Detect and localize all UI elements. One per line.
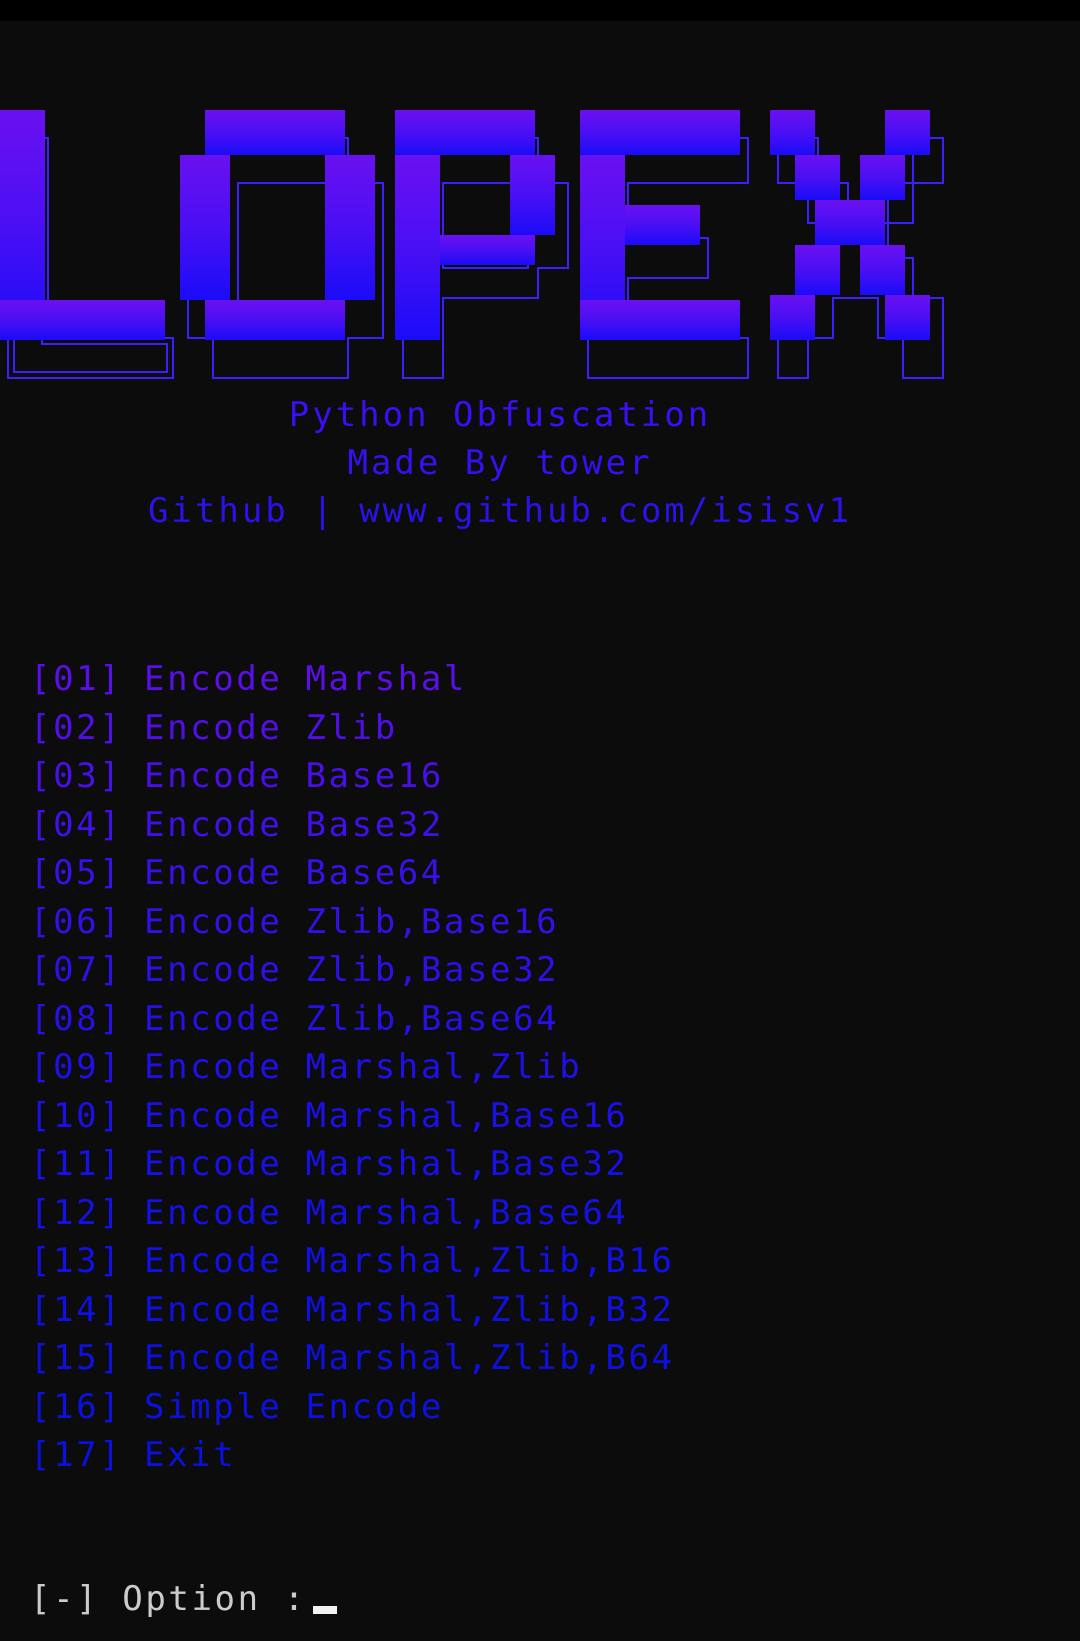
subtitle-tool-name: Python Obfuscation [288, 395, 712, 435]
menu-item-label: Encode Zlib,Base16 [144, 901, 560, 942]
menu-item-05[interactable]: [05] Encode Base64 [30, 849, 675, 898]
menu-item-label: Encode Base32 [144, 804, 444, 845]
window-titlebar [0, 0, 1080, 21]
menu-item-number: [08] [30, 998, 123, 1039]
menu-item-08[interactable]: [08] Encode Zlib,Base64 [30, 995, 675, 1044]
menu-item-17[interactable]: [17] Exit [30, 1431, 675, 1480]
menu-item-number: [12] [30, 1192, 123, 1233]
menu-item-label: Encode Zlib,Base64 [144, 998, 560, 1039]
menu-item-label: Encode Marshal [144, 659, 467, 699]
menu-item-label: Exit [144, 1435, 237, 1475]
menu-item-number: [13] [30, 1241, 123, 1281]
menu-item-label: Encode Marshal,Zlib,B16 [144, 1241, 675, 1281]
menu-item-label: Encode Marshal,Zlib,B64 [144, 1338, 675, 1378]
menu-item-number: [06] [30, 901, 123, 942]
option-menu: [01] Encode Marshal [02] Encode Zlib [03] Enc… [30, 655, 675, 1480]
menu-item-label: Simple Encode [144, 1386, 444, 1427]
menu-item-label: Encode Base64 [144, 853, 444, 893]
subtitle-github-link: Github | www.github.com/isisv1 [147, 491, 853, 531]
menu-item-label: Encode Zlib,Base32 [144, 950, 560, 990]
menu-item-09[interactable]: [09] Encode Marshal,Zlib [30, 1043, 675, 1092]
menu-item-06[interactable]: [06] Encode Zlib,Base16 [30, 898, 675, 947]
menu-item-number: [15] [30, 1338, 123, 1378]
menu-item-number: [03] [30, 756, 123, 796]
subtitle-author: Made By tower [347, 443, 653, 483]
menu-item-07[interactable]: [07] Encode Zlib,Base32 [30, 946, 675, 995]
menu-item-label: Encode Marshal,Zlib,B32 [144, 1289, 675, 1330]
menu-item-10[interactable]: [10] Encode Marshal,Base16 [30, 1092, 675, 1141]
menu-item-11[interactable]: [11] Encode Marshal,Base32 [30, 1140, 675, 1189]
prompt-label: [-] Option : [30, 1579, 307, 1619]
menu-item-number: [10] [30, 1095, 123, 1136]
menu-item-number: [02] [30, 707, 123, 748]
menu-item-04[interactable]: [04] Encode Base32 [30, 801, 675, 850]
menu-item-number: [14] [30, 1289, 123, 1330]
option-prompt[interactable]: [-] Option : [30, 1578, 337, 1620]
menu-item-03[interactable]: [03] Encode Base16 [30, 752, 675, 801]
menu-item-label: Encode Zlib [144, 707, 398, 748]
menu-item-label: Encode Marshal,Base16 [144, 1095, 629, 1136]
menu-item-label: Encode Marshal,Base64 [144, 1192, 629, 1233]
menu-item-number: [17] [30, 1435, 123, 1475]
menu-item-number: [16] [30, 1386, 123, 1427]
menu-item-label: Encode Base16 [144, 756, 444, 796]
menu-item-number: [09] [30, 1047, 123, 1087]
menu-item-number: [01] [30, 659, 123, 699]
menu-item-13[interactable]: [13] Encode Marshal,Zlib,B16 [30, 1237, 675, 1286]
lopex-ascii-banner [0, 110, 1000, 400]
menu-item-number: [07] [30, 950, 123, 990]
menu-item-16[interactable]: [16] Simple Encode [30, 1383, 675, 1432]
menu-item-02[interactable]: [02] Encode Zlib [30, 704, 675, 753]
text-cursor [312, 1606, 337, 1614]
menu-item-15[interactable]: [15] Encode Marshal,Zlib,B64 [30, 1334, 675, 1383]
menu-item-label: Encode Marshal,Zlib [144, 1047, 583, 1087]
menu-item-number: [04] [30, 804, 123, 845]
menu-item-12[interactable]: [12] Encode Marshal,Base64 [30, 1189, 675, 1238]
menu-item-label: Encode Marshal,Base32 [144, 1144, 629, 1184]
menu-item-number: [11] [30, 1144, 123, 1184]
menu-item-number: [05] [30, 853, 123, 893]
menu-item-14[interactable]: [14] Encode Marshal,Zlib,B32 [30, 1286, 675, 1335]
menu-item-01[interactable]: [01] Encode Marshal [30, 655, 675, 704]
